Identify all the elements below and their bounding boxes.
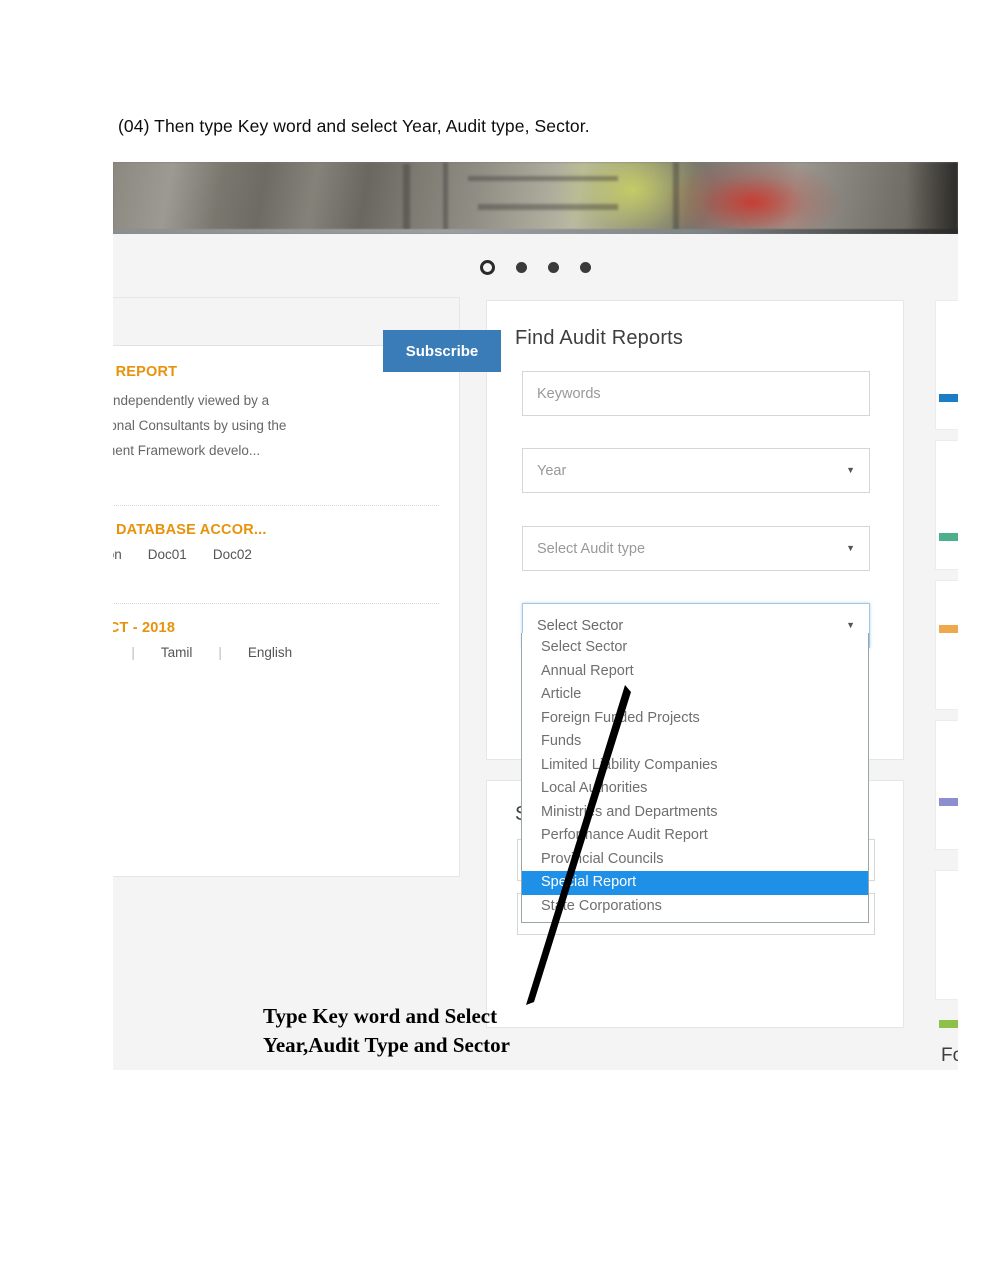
banner-bottom-edge (113, 229, 958, 234)
news-line: three International Consultants by using… (113, 417, 287, 433)
annotation-text: Type Key word and Select Year,Audit Type… (263, 1002, 510, 1060)
dropdown-option[interactable]: Select Sector (522, 636, 868, 660)
carousel-dot-2[interactable] (516, 262, 527, 273)
page-root: (04) Then type Key word and select Year,… (0, 0, 995, 1287)
audit-type-select[interactable]: Select Audit type ▼ (522, 526, 870, 571)
news-links: e SInhala | Tamil | English (113, 645, 439, 660)
sector-select-value: Select Sector (537, 617, 624, 634)
list-divider (113, 602, 439, 604)
carousel-dot-4[interactable] (580, 262, 591, 273)
read-more-link[interactable]: re (113, 564, 439, 579)
sidebar-widget (935, 720, 958, 850)
news-link[interactable]: Tamil (161, 645, 193, 660)
sidebar-widget (935, 440, 958, 570)
list-item: FORMANCE REPORT ormance was independentl… (113, 364, 439, 495)
news-link[interactable]: Doc02 (213, 547, 252, 562)
banner-vignette (906, 162, 958, 234)
sidebar-widget (935, 300, 958, 430)
banner-streak-3 (468, 176, 618, 181)
read-more-link[interactable]: re (113, 466, 439, 481)
news-title[interactable]: AL AUDIT ACT - 2018 (113, 620, 439, 636)
find-audit-reports-title: Find Audit Reports (515, 327, 684, 349)
banner-streak-2 (443, 162, 448, 234)
news-text: ormance was independently viewed by a th… (113, 389, 439, 464)
widget-accent-bar-1 (939, 394, 958, 402)
carousel-dot-3[interactable] (548, 262, 559, 273)
arrow-shaft (526, 685, 631, 1005)
follow-us-heading: Fo (941, 1045, 958, 1066)
list-item: : THE PMAS DATABASE ACCOR... d Instructi… (113, 522, 439, 593)
year-select-value: Year (537, 462, 567, 479)
news-line: nce Measurement Framework develo... (113, 442, 261, 458)
widget-accent-bar-2 (939, 533, 958, 541)
document-instruction-text: (04) Then type Key word and select Year,… (118, 116, 590, 136)
annotation-arrow (526, 685, 631, 1005)
keywords-placeholder: Keywords (537, 385, 601, 402)
news-line: ormance was independently viewed by a (113, 393, 270, 408)
carousel-dot-1[interactable] (480, 260, 495, 275)
annotation-line-1: Type Key word and Select (263, 1004, 498, 1028)
announcements-card: TS FORMANCE REPORT ormance was independe… (113, 297, 460, 877)
banner-streak-4 (478, 204, 618, 210)
embedded-screenshot: TS FORMANCE REPORT ormance was independe… (113, 162, 958, 1070)
widget-accent-bar-5 (939, 1020, 958, 1028)
news-link-separator: | (218, 644, 222, 660)
news-link[interactable]: Doc01 (148, 547, 187, 562)
carousel-dots (113, 260, 958, 275)
banner-photo (113, 162, 958, 234)
news-link[interactable]: Instruction (113, 547, 122, 562)
sidebar-widget (935, 870, 958, 1000)
hero-banner (113, 162, 958, 234)
news-title[interactable]: : THE PMAS DATABASE ACCOR... (113, 522, 439, 538)
widget-accent-bar-4 (939, 798, 958, 806)
sidebar-widget (935, 580, 958, 710)
keywords-input[interactable]: Keywords (522, 371, 870, 416)
news-links: d Instruction Doc01 Doc02 (113, 547, 439, 562)
widget-accent-bar-3 (939, 625, 958, 633)
subscribe-button[interactable]: Subscribe (383, 330, 501, 372)
chevron-down-icon: ▼ (846, 465, 855, 475)
chevron-down-icon: ▼ (846, 620, 855, 630)
chevron-down-icon: ▼ (846, 543, 855, 553)
news-link-separator: | (131, 644, 135, 660)
news-link[interactable]: English (248, 645, 292, 660)
announcements-body: FORMANCE REPORT ormance was independentl… (113, 346, 459, 691)
list-divider (113, 504, 439, 506)
list-item: AL AUDIT ACT - 2018 e SInhala | Tamil | … (113, 620, 439, 691)
annotation-line-2: Year,Audit Type and Sector (263, 1032, 510, 1057)
right-sidebar: Fo (935, 300, 958, 1066)
banner-streak-1 (403, 164, 410, 232)
audit-type-select-value: Select Audit type (537, 540, 646, 557)
read-more-link[interactable]: re (113, 662, 439, 677)
banner-streak-5 (673, 162, 679, 234)
year-select[interactable]: Year ▼ (522, 448, 870, 493)
